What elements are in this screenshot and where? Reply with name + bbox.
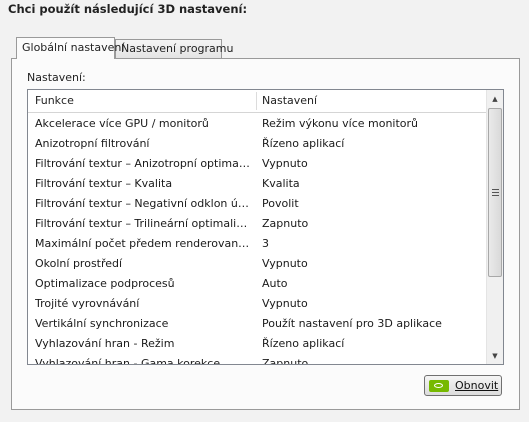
- scrollbar-grip-icon: [492, 189, 499, 196]
- refresh-button-label: Obnovit: [455, 379, 499, 392]
- row-setting[interactable]: Vypnuto: [262, 254, 482, 274]
- tab-program-settings[interactable]: Nastavení programu: [115, 39, 233, 58]
- scroll-up-icon[interactable]: ▲: [487, 90, 503, 107]
- table-row[interactable]: Maximální počet předem renderovaných s..…: [28, 234, 486, 254]
- tab-global-settings[interactable]: Globální nastavení: [16, 37, 124, 59]
- table-row[interactable]: Vertikální synchronizace Použít nastavení…: [28, 314, 486, 334]
- column-header-setting[interactable]: Nastavení: [262, 90, 482, 112]
- table-row[interactable]: Optimalizace podprocesů Auto: [28, 274, 486, 294]
- row-setting[interactable]: Vypnuto: [262, 154, 482, 174]
- table-row[interactable]: Okolní prostředí Vypnuto: [28, 254, 486, 274]
- row-feature: Trojité vyrovnávání: [35, 297, 140, 310]
- row-setting[interactable]: Řízeno aplikací: [262, 134, 482, 154]
- row-feature: Vyhlazování hran - Režim: [35, 337, 175, 350]
- row-setting[interactable]: Zapnuto: [262, 214, 482, 234]
- row-feature: Vertikální synchronizace: [35, 317, 169, 330]
- row-setting[interactable]: Kvalita: [262, 174, 482, 194]
- settings-rows: Akcelerace více GPU / monitorů Režim výko…: [28, 114, 486, 364]
- table-row[interactable]: Trojité vyrovnávání Vypnuto: [28, 294, 486, 314]
- row-feature: Optimalizace podprocesů: [35, 277, 175, 290]
- row-setting[interactable]: Použít nastavení pro 3D aplikace: [262, 314, 482, 334]
- row-feature: Filtrování textur – Trilineární optimali…: [35, 217, 251, 230]
- table-row[interactable]: Vyhlazování hran - Režim Řízeno aplikací: [28, 334, 486, 354]
- row-feature: Okolní prostředí: [35, 257, 123, 270]
- table-row[interactable]: Filtrování textur – Negativní odklon úro…: [28, 194, 486, 214]
- table-row[interactable]: Filtrování textur – Kvalita Kvalita: [28, 174, 486, 194]
- row-setting[interactable]: Auto: [262, 274, 482, 294]
- column-header-feature[interactable]: Funkce: [35, 90, 257, 112]
- settings-list: Funkce Nastavení Akcelerace více GPU / m…: [27, 89, 504, 365]
- row-feature: Akcelerace více GPU / monitorů: [35, 117, 209, 130]
- settings-list-viewport: Funkce Nastavení Akcelerace více GPU / m…: [28, 90, 486, 364]
- row-setting[interactable]: 3: [262, 234, 482, 254]
- row-setting[interactable]: Vypnuto: [262, 294, 482, 314]
- page-heading: Chci použít následující 3D nastavení:: [8, 2, 248, 16]
- row-setting[interactable]: Řízeno aplikací: [262, 334, 482, 354]
- row-feature: Maximální počet předem renderovaných s..…: [35, 237, 251, 250]
- scrollbar-thumb[interactable]: [488, 108, 502, 277]
- row-setting[interactable]: Zapnuto: [262, 354, 482, 364]
- table-row[interactable]: Vyhlazování hran - Gama korekce Zapnuto: [28, 354, 486, 364]
- row-feature: Vyhlazování hran - Gama korekce: [35, 357, 221, 364]
- scroll-down-icon[interactable]: ▼: [487, 347, 503, 364]
- column-divider[interactable]: [256, 92, 257, 110]
- table-row[interactable]: Filtrování textur – Trilineární optimali…: [28, 214, 486, 234]
- row-feature: Filtrování textur – Kvalita: [35, 177, 173, 190]
- row-feature: Filtrování textur – Negativní odklon úro…: [35, 197, 251, 210]
- column-header: Funkce Nastavení: [28, 90, 486, 113]
- row-feature: Anizotropní filtrování: [35, 137, 150, 150]
- table-row[interactable]: Filtrování textur – Anizotropní optimali…: [28, 154, 486, 174]
- refresh-button[interactable]: Obnovit: [424, 375, 502, 396]
- tab-panel: Nastavení: Funkce Nastavení Akcelerace v…: [11, 58, 520, 410]
- settings-label: Nastavení:: [27, 71, 86, 84]
- nvidia-logo-icon: [429, 379, 449, 392]
- table-row[interactable]: Anizotropní filtrování Řízeno aplikací: [28, 134, 486, 154]
- row-feature: Filtrování textur – Anizotropní optimali…: [35, 157, 251, 170]
- row-setting[interactable]: Povolit: [262, 194, 482, 214]
- vertical-scrollbar[interactable]: ▲ ▼: [486, 90, 503, 364]
- row-setting[interactable]: Režim výkonu více monitorů: [262, 114, 482, 134]
- table-row[interactable]: Akcelerace více GPU / monitorů Režim výko…: [28, 114, 486, 134]
